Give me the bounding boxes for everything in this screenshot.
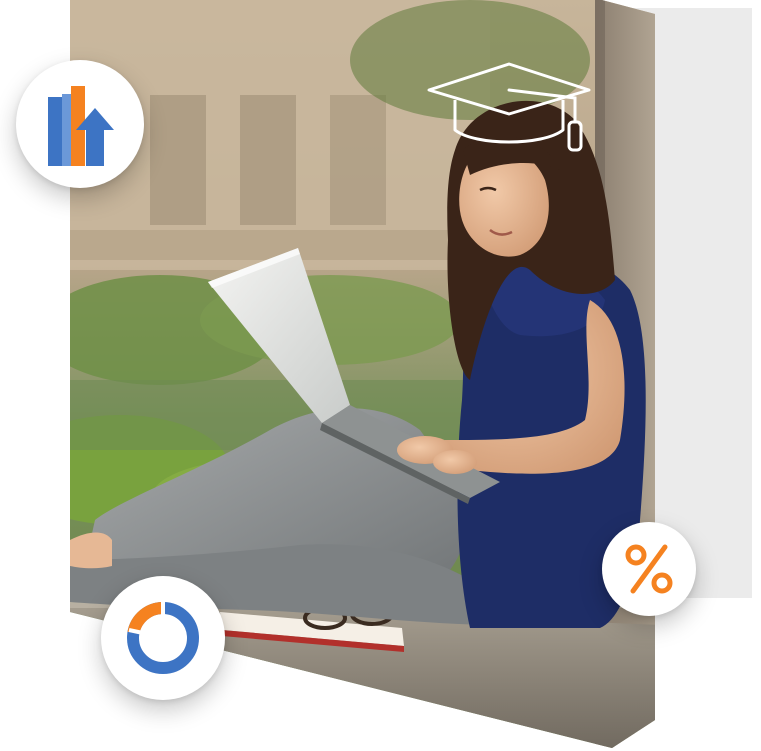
chart-bar-1 [48,97,62,166]
percent-badge [602,522,696,616]
bar-chart-badge [16,60,144,188]
donut-chart-icon [127,602,199,674]
chart-bar-1-inner [62,94,71,166]
bar-chart-growth-icon [48,86,114,166]
donut-chart-badge [101,576,225,700]
percent-icon [625,544,673,594]
hero-illustration [0,0,761,751]
graduation-cap-icon [427,62,591,152]
